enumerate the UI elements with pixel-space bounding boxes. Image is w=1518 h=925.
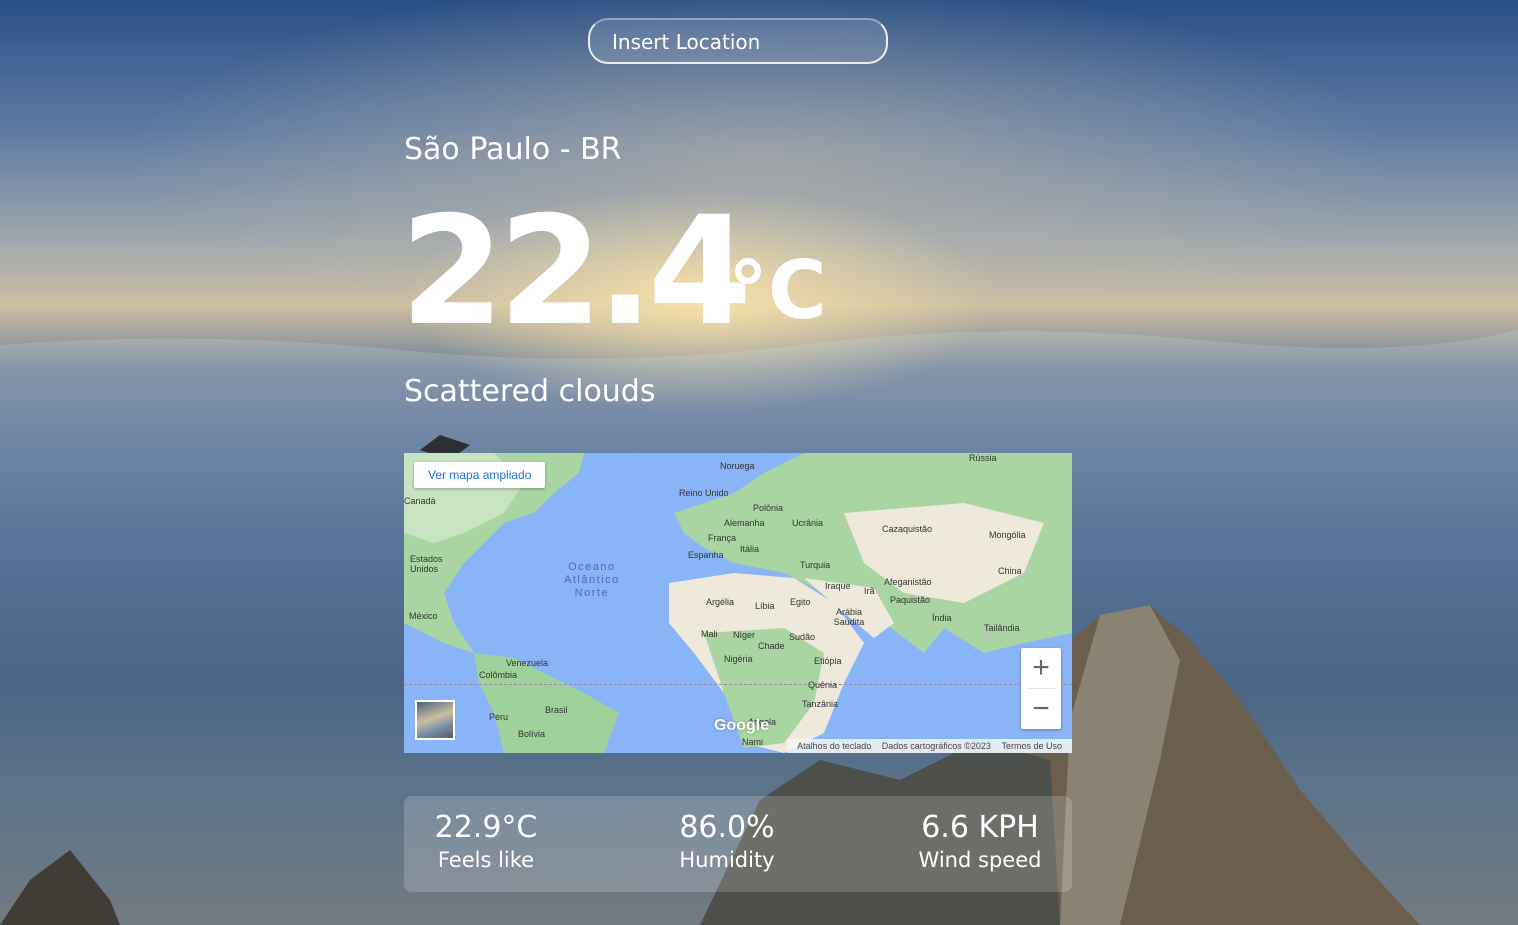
map-label: Cazaquistão (882, 524, 933, 534)
map-label: Peru (489, 712, 509, 722)
location-title: São Paulo - BR (404, 132, 622, 167)
location-separator: - (550, 132, 581, 167)
map-label: Reino Unido (679, 488, 729, 498)
country-code: BR (580, 132, 622, 167)
map-label: Quênia (808, 680, 838, 690)
map-label: Rússia (969, 453, 997, 463)
map-data-credit: Dados cartográficos ©2023 (881, 741, 991, 751)
map-label: México (409, 611, 438, 621)
map-label: Arábia Saudita (833, 607, 865, 627)
city-name: São Paulo (404, 132, 551, 167)
location-map[interactable]: Oceano Atlântico Norte Canadá Estados Un… (404, 453, 1072, 753)
map-label: Mongólia (989, 530, 1026, 540)
map-label: Estados Unidos (410, 554, 443, 574)
map-label: Nami (742, 737, 764, 747)
keyboard-shortcuts-link[interactable]: Atalhos do teclado (797, 741, 871, 751)
map-label: Noruega (720, 461, 755, 471)
map-label: Brasil (545, 705, 568, 715)
map-label: Índia (932, 613, 952, 623)
map-label: Egito (790, 597, 811, 607)
map-label: Ucrânia (792, 518, 824, 528)
map-land (404, 453, 1072, 753)
map-label: Canadá (404, 496, 436, 506)
wind-speed-stat: 6.6 KPH Wind speed (912, 810, 1048, 874)
map-label: Mali (701, 629, 718, 639)
humidity-value: 86.0% (679, 810, 775, 845)
map-label: Espanha (688, 550, 724, 560)
map-label: Venezuela (506, 658, 549, 668)
google-logo: Google (714, 717, 770, 734)
map-label: Chade (758, 641, 785, 651)
feels-like-value: 22.9°C (434, 810, 538, 845)
map-label: Tanzânia (802, 699, 839, 709)
map-label: Paquistão (890, 595, 931, 605)
map-ocean-text: Oceano Atlântico Norte (564, 561, 620, 599)
map-label: Colômbia (479, 670, 518, 680)
temperature-unit: °C (728, 244, 827, 337)
satellite-view-toggle[interactable] (415, 700, 455, 740)
humidity-stat: 86.0% Humidity (667, 810, 787, 874)
map-label: Afeganistão (884, 577, 932, 587)
map-label: Alemanha (724, 518, 765, 528)
map-label: Irã (864, 586, 875, 596)
humidity-label: Humidity (679, 848, 775, 872)
location-search-input[interactable] (610, 26, 874, 58)
zoom-out-button[interactable]: − (1021, 689, 1061, 729)
map-label: Turquia (800, 560, 831, 570)
wind-speed-label: Wind speed (918, 848, 1042, 872)
feels-like-stat: 22.9°C Feels like (426, 810, 546, 874)
map-label: Bolívia (518, 729, 546, 739)
map-label: Etiópia (814, 656, 842, 666)
map-label: Argélia (706, 597, 735, 607)
map-attribution: Atalhos do teclado Dados cartográficos ©… (787, 739, 1072, 753)
view-larger-map-button[interactable]: Ver mapa ampliado (414, 462, 546, 488)
feels-like-label: Feels like (437, 848, 535, 872)
map-label: Tailândia (984, 623, 1020, 633)
location-search-box[interactable] (588, 18, 888, 64)
map-label: Sudão (789, 632, 816, 642)
map-label: Líbia (755, 601, 775, 611)
weather-stats-panel: 22.9°C Feels like 86.0% Humidity 6.6 KPH… (404, 796, 1072, 892)
map-equator-line (404, 684, 1072, 685)
terms-of-use-link[interactable]: Termos de Uso (1001, 741, 1062, 751)
map-zoom-control[interactable]: + − (1021, 648, 1061, 729)
map-label: Polônia (753, 503, 784, 513)
map-label: Nigéria (724, 654, 753, 664)
map-label: França (708, 533, 737, 543)
map-label: Iraque (825, 581, 851, 591)
weather-condition: Scattered clouds (404, 374, 656, 409)
map-label: China (998, 566, 1022, 576)
wind-speed-value: 6.6 KPH (921, 810, 1039, 845)
map-label: Níger (733, 630, 756, 640)
zoom-in-button[interactable]: + (1021, 648, 1061, 688)
current-temperature: 22.4 (400, 185, 752, 359)
map-label: Itália (740, 544, 760, 554)
map-ocean-label: Oceano Atlântico Norte (564, 561, 620, 600)
